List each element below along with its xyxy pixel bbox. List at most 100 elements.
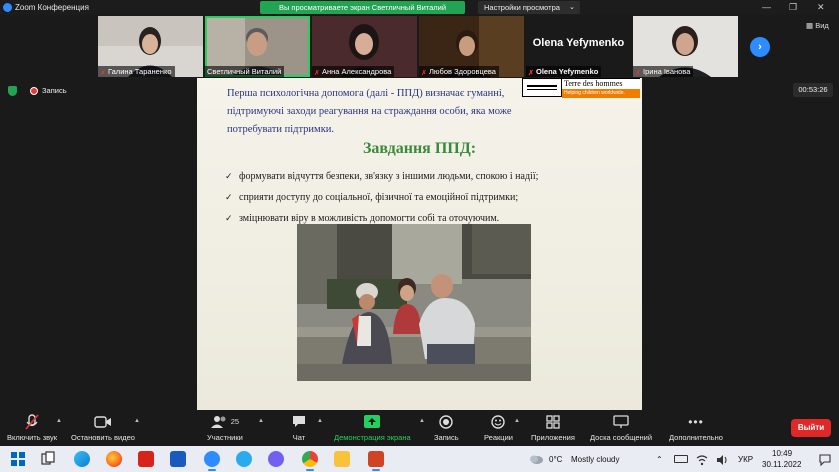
next-page-button[interactable]: › bbox=[750, 37, 770, 57]
viber-icon[interactable] bbox=[268, 451, 284, 467]
clock-date[interactable]: 30.11.2022 bbox=[762, 460, 801, 469]
wifi-icon[interactable] bbox=[696, 453, 708, 466]
chevron-up-icon[interactable]: ⌃ bbox=[656, 455, 663, 464]
list-item: ✓ сприяти доступу до соціальної, фізичної… bbox=[225, 187, 625, 208]
list-item: ✓ формувати відчуття безпеки, зв'язку з і… bbox=[225, 166, 625, 187]
mic-muted-icon: ✗ bbox=[421, 69, 427, 77]
more-label: Дополнительно bbox=[669, 433, 723, 442]
chevron-up-icon[interactable]: ▲ bbox=[514, 418, 520, 424]
mic-muted-icon: ✗ bbox=[314, 69, 320, 77]
edge-browser-icon[interactable] bbox=[74, 451, 90, 467]
participants-button[interactable]: 25 Участники bbox=[207, 413, 243, 442]
notifications-icon[interactable] bbox=[819, 453, 831, 467]
zoom-app-icon[interactable] bbox=[204, 451, 220, 471]
restore-icon[interactable]: ❐ bbox=[789, 0, 797, 15]
apps-button[interactable]: Приложения bbox=[531, 413, 575, 442]
chevron-up-icon[interactable]: ▲ bbox=[56, 418, 62, 424]
meeting-timer: 00:53:26 bbox=[793, 83, 833, 97]
participants-count: 25 bbox=[230, 417, 240, 426]
participant-name: Любов Здоровцева bbox=[429, 67, 496, 76]
slide-heading: Завдання ППД: bbox=[362, 140, 477, 157]
weather-description[interactable]: Mostly cloudy bbox=[571, 455, 619, 464]
stop-video-button[interactable]: Остановить видео bbox=[71, 413, 135, 442]
share-screen-icon bbox=[364, 413, 381, 430]
record-icon bbox=[439, 413, 453, 430]
share-screen-button[interactable]: Демонстрация экрана bbox=[334, 413, 411, 442]
slide-intro-text: Перша психологічна допомога (далі - ППД)… bbox=[227, 88, 512, 135]
unmute-label: Включить звук bbox=[7, 433, 58, 442]
participant-name: Ірина Іванова bbox=[643, 67, 691, 76]
meeting-toolbar: Включить звук ▲ Остановить видео ▲ 25 Уч… bbox=[0, 410, 839, 446]
participants-icon: 25 bbox=[210, 413, 240, 430]
clock-time[interactable]: 10:49 bbox=[772, 449, 792, 458]
participant-tile[interactable]: ✗ Любов Здоровцева bbox=[419, 16, 524, 77]
battery-icon[interactable] bbox=[674, 455, 688, 463]
reactions-button[interactable]: Реакции bbox=[484, 413, 513, 442]
participant-tile[interactable]: ✗ Галина Тараненко bbox=[98, 16, 203, 77]
whiteboards-button[interactable]: Доска сообщений bbox=[590, 413, 652, 442]
telegram-icon[interactable] bbox=[236, 451, 252, 467]
participant-name: Анна Александрова bbox=[322, 67, 392, 76]
task-view-icon[interactable] bbox=[40, 451, 56, 467]
firefox-icon[interactable] bbox=[106, 451, 122, 467]
participant-display-name: Olena Yefymenko bbox=[532, 36, 625, 49]
windows-start-icon[interactable] bbox=[10, 451, 26, 467]
chevron-up-icon[interactable]: ▲ bbox=[419, 418, 425, 424]
tdh-logo-name: Terre des hommes bbox=[562, 78, 640, 89]
participant-tile[interactable]: Светличный Виталий bbox=[205, 16, 310, 77]
record-button[interactable]: Запись bbox=[434, 413, 459, 442]
participant-tile[interactable]: ✗ Анна Александрова bbox=[312, 16, 417, 77]
minimize-icon[interactable]: — bbox=[762, 0, 771, 15]
more-button[interactable]: ••• Дополнительно bbox=[669, 413, 723, 443]
participant-name-tag: ✗ Галина Тараненко bbox=[98, 66, 175, 77]
security-shield-icon[interactable] bbox=[8, 86, 17, 96]
whiteboards-label: Доска сообщений bbox=[590, 433, 653, 442]
whiteboard-icon bbox=[613, 413, 629, 430]
view-settings-button[interactable]: Настройки просмотра ⌄ bbox=[478, 1, 580, 14]
participant-name: Olena Yefymenko bbox=[536, 67, 599, 76]
terre-des-hommes-logo: Terre des hommes Helping children worldw… bbox=[522, 78, 640, 98]
participant-strip: ✗ Галина Тараненко Светличный Виталий ✗ … bbox=[98, 16, 738, 77]
acrobat-icon[interactable] bbox=[138, 451, 154, 467]
shared-screen-slide: Перша психологічна допомога (далі - ППД)… bbox=[197, 78, 642, 410]
chevron-up-icon[interactable]: ▲ bbox=[317, 418, 323, 424]
input-language[interactable]: УКР bbox=[738, 455, 753, 464]
recording-label: Запись bbox=[42, 86, 67, 95]
volume-icon[interactable] bbox=[716, 453, 728, 465]
chat-bubble-icon bbox=[292, 413, 306, 430]
weather-temperature: 0°C bbox=[549, 455, 563, 464]
mic-muted-icon bbox=[25, 413, 39, 430]
powerpoint-icon[interactable] bbox=[368, 451, 384, 471]
share-screen-label: Демонстрация экрана bbox=[334, 433, 411, 442]
participant-tile[interactable]: Olena Yefymenko ✗ Olena Yefymenko bbox=[526, 16, 631, 77]
chevron-up-icon[interactable]: ▲ bbox=[258, 418, 264, 424]
checkmark-icon: ✓ bbox=[225, 192, 233, 202]
smiley-icon bbox=[491, 413, 506, 430]
participant-name-tag: ✗ Ірина Іванова bbox=[633, 66, 694, 77]
record-icon bbox=[30, 87, 38, 95]
zoom-logo-icon bbox=[3, 3, 12, 12]
view-settings-label: Настройки просмотра bbox=[484, 3, 560, 12]
apps-icon bbox=[546, 413, 560, 430]
participant-name: Галина Тараненко bbox=[108, 67, 172, 76]
reactions-label: Реакции bbox=[484, 433, 513, 442]
task-text: формувати відчуття безпеки, зв'язку з ін… bbox=[239, 171, 539, 182]
participant-tile[interactable]: ✗ Ірина Іванова bbox=[633, 16, 738, 77]
chrome-icon[interactable] bbox=[302, 451, 318, 471]
view-button[interactable]: ▦ Вид bbox=[806, 21, 829, 30]
chat-button[interactable]: Чат bbox=[292, 413, 306, 442]
stop-video-label: Остановить видео bbox=[71, 433, 135, 442]
mic-muted-icon: ✗ bbox=[528, 69, 534, 77]
word-icon[interactable] bbox=[170, 451, 186, 467]
participant-name: Светличный Виталий bbox=[207, 67, 282, 76]
close-icon[interactable]: ✕ bbox=[817, 0, 825, 15]
task-list: ✓ формувати відчуття безпеки, зв'язку з і… bbox=[225, 166, 625, 229]
unmute-button[interactable]: Включить звук bbox=[7, 413, 57, 442]
chevron-right-icon: › bbox=[758, 41, 762, 53]
mic-muted-icon: ✗ bbox=[100, 69, 106, 77]
file-explorer-icon[interactable] bbox=[334, 451, 350, 467]
participant-name-tag: ✗ Olena Yefymenko bbox=[526, 66, 602, 77]
chevron-up-icon[interactable]: ▲ bbox=[134, 418, 140, 424]
chat-label: Чат bbox=[292, 433, 306, 442]
leave-meeting-button[interactable]: Выйти bbox=[791, 419, 831, 437]
